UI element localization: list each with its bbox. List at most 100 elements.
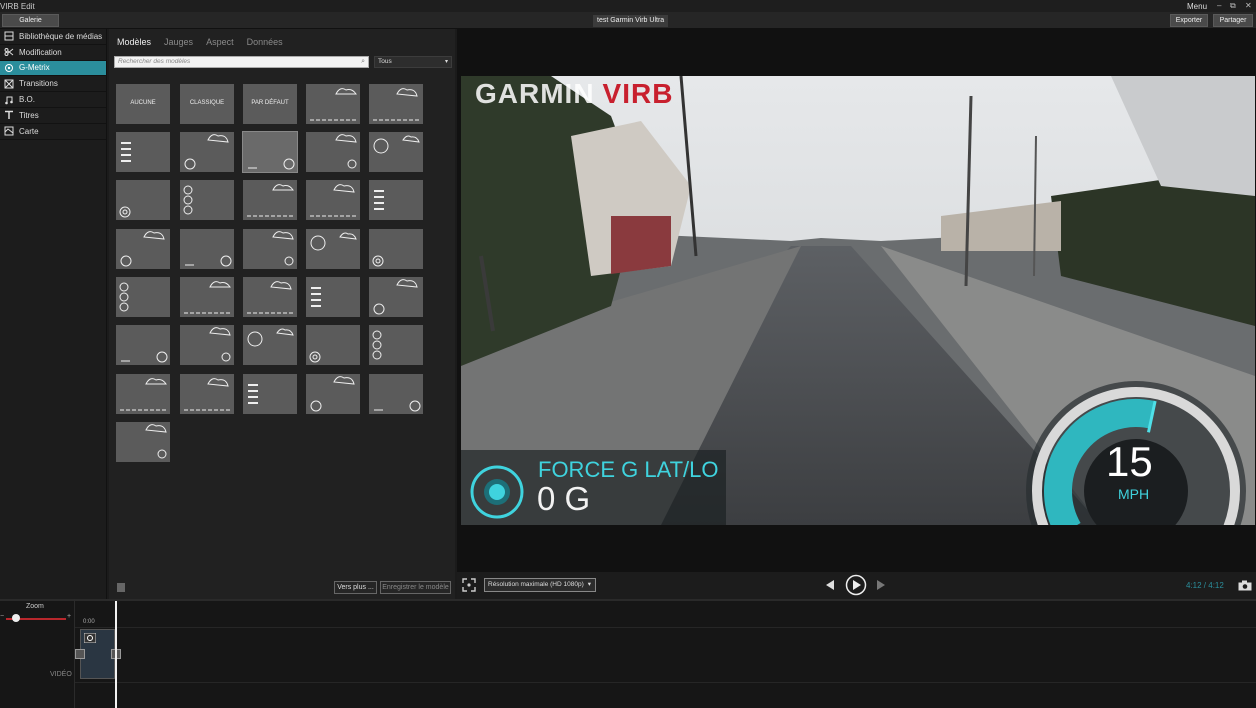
export-button[interactable]: Exporter — [1170, 14, 1208, 27]
title-bar: VIRB Edit Menu – ⧉ ✕ — [0, 0, 1256, 12]
template-thumbnail[interactable] — [306, 132, 360, 172]
template-preview — [185, 255, 232, 267]
template-label: AUCUNE — [130, 100, 156, 106]
more-templates-button[interactable]: Vers plus ... — [334, 581, 377, 594]
template-thumbnail[interactable] — [369, 277, 423, 317]
library-tabs: Modèles Jauges Aspect Données — [117, 37, 283, 47]
zoom-label: Zoom — [26, 603, 44, 610]
template-thumbnail[interactable] — [242, 131, 298, 173]
tab-gauges[interactable]: Jauges — [164, 37, 193, 47]
gforce-value: 0 G — [537, 480, 591, 517]
template-thumbnail[interactable] — [369, 84, 423, 124]
template-thumbnail[interactable] — [306, 277, 360, 317]
minimize-icon[interactable]: – — [1217, 1, 1221, 10]
template-thumbnail[interactable] — [369, 229, 423, 269]
trash-icon[interactable] — [117, 583, 125, 592]
sidebar-item-transitions[interactable]: Transitions — [0, 76, 106, 93]
sidebar-item-titles[interactable]: Titres — [0, 108, 106, 124]
player-controls: Résolution maximale (HD 1080p) ▾ 4:12 / … — [457, 572, 1256, 599]
sidebar-item-media-library[interactable]: Bibliothèque de médias — [0, 29, 106, 45]
template-thumbnail[interactable] — [243, 277, 297, 317]
save-template-button[interactable]: Enregistrer le modèle — [380, 581, 451, 594]
template-thumbnail[interactable] — [306, 84, 360, 124]
sidebar-item-gmetrix[interactable]: G-Metrix — [0, 60, 106, 77]
template-thumbnail[interactable] — [243, 325, 297, 365]
sidebar-item-label: G-Metrix — [19, 63, 50, 73]
sidebar-item-label: Titres — [19, 110, 39, 120]
template-thumbnail[interactable] — [116, 180, 170, 220]
sidebar: Bibliothèque de médias Modification G-Me… — [0, 29, 107, 599]
video-preview[interactable]: GARMIN VIRB FORCE G LAT/LO 0 G 15 MPH — [461, 76, 1255, 525]
sidebar-item-label: Carte — [19, 126, 39, 136]
template-preview — [121, 142, 131, 162]
gmetrix-icon — [4, 63, 14, 73]
fullscreen-icon[interactable] — [462, 578, 476, 592]
template-thumbnail[interactable] — [116, 132, 170, 172]
template-filter-select[interactable]: Tous ▾ — [374, 56, 452, 68]
template-thumbnail[interactable] — [116, 277, 170, 317]
clip-trim-left-handle[interactable] — [75, 649, 85, 659]
template-thumbnail[interactable]: PAR DÉFAUT — [243, 84, 297, 124]
sidebar-item-label: Transitions — [19, 79, 58, 89]
template-preview — [120, 231, 165, 267]
template-thumbnail[interactable] — [243, 180, 297, 220]
sidebar-item-map[interactable]: Carte — [0, 124, 106, 140]
play-icon[interactable] — [845, 574, 867, 596]
template-preview — [119, 282, 129, 312]
video-clip[interactable] — [80, 629, 115, 679]
template-preview — [247, 281, 293, 314]
zoom-slider-handle[interactable] — [12, 614, 20, 622]
gallery-button[interactable]: Galerie — [2, 14, 59, 27]
template-thumbnail[interactable] — [369, 325, 423, 365]
timeline: Zoom − + 0:00 VIDÉO — [0, 599, 1256, 708]
template-thumbnail[interactable] — [306, 374, 360, 414]
template-thumbnail[interactable]: CLASSIQUE — [180, 84, 234, 124]
zoom-out-button[interactable]: − — [0, 613, 4, 620]
menu-button[interactable]: Menu — [1187, 2, 1207, 11]
template-thumbnail[interactable] — [180, 229, 234, 269]
template-thumbnail[interactable] — [306, 325, 360, 365]
template-thumbnail[interactable] — [243, 229, 297, 269]
camera-icon[interactable] — [1238, 580, 1252, 591]
previous-frame-icon[interactable] — [824, 579, 836, 591]
template-thumbnail[interactable] — [116, 325, 170, 365]
template-label: CLASSIQUE — [189, 100, 225, 106]
template-thumbnail[interactable] — [369, 180, 423, 220]
template-thumbnail[interactable] — [180, 374, 234, 414]
playhead[interactable] — [115, 601, 117, 708]
template-thumbnail[interactable] — [369, 132, 423, 172]
template-thumbnail[interactable]: AUCUNE — [116, 84, 170, 124]
restore-icon[interactable]: ⧉ — [1230, 1, 1236, 11]
template-thumbnail[interactable] — [369, 374, 423, 414]
close-icon[interactable]: ✕ — [1245, 1, 1252, 10]
template-thumbnail[interactable] — [180, 277, 234, 317]
tab-appearance[interactable]: Aspect — [206, 37, 234, 47]
template-preview — [310, 184, 356, 217]
template-preview — [373, 279, 418, 315]
template-thumbnail[interactable] — [180, 132, 234, 172]
template-thumbnail[interactable] — [306, 229, 360, 269]
next-frame-icon[interactable] — [875, 579, 887, 591]
tab-data[interactable]: Données — [247, 37, 283, 47]
template-thumbnail[interactable] — [116, 229, 170, 269]
zoom-in-button[interactable]: + — [67, 613, 71, 620]
sidebar-item-label: B.O. — [19, 95, 36, 105]
tab-templates[interactable]: Modèles — [117, 37, 151, 47]
template-thumbnail[interactable] — [180, 180, 234, 220]
template-thumbnail[interactable] — [116, 422, 170, 462]
film-icon — [4, 31, 14, 41]
sidebar-item-label: Modification — [19, 47, 62, 57]
template-label: PAR DÉFAUT — [251, 100, 289, 106]
template-search-input[interactable]: Rechercher des modèles ⌕ — [114, 56, 369, 68]
share-button[interactable]: Partager — [1213, 14, 1253, 27]
resolution-select[interactable]: Résolution maximale (HD 1080p) ▾ — [484, 578, 596, 592]
template-preview — [374, 400, 421, 412]
template-thumbnail[interactable] — [180, 325, 234, 365]
sidebar-item-modification[interactable]: Modification — [0, 45, 106, 61]
template-thumbnail[interactable] — [243, 374, 297, 414]
template-thumbnail[interactable] — [306, 180, 360, 220]
music-note-icon — [4, 95, 14, 105]
template-thumbnail[interactable] — [116, 374, 170, 414]
gforce-overlay: FORCE G LAT/LO 0 G — [461, 450, 726, 525]
sidebar-item-soundtrack[interactable]: B.O. — [0, 92, 106, 108]
